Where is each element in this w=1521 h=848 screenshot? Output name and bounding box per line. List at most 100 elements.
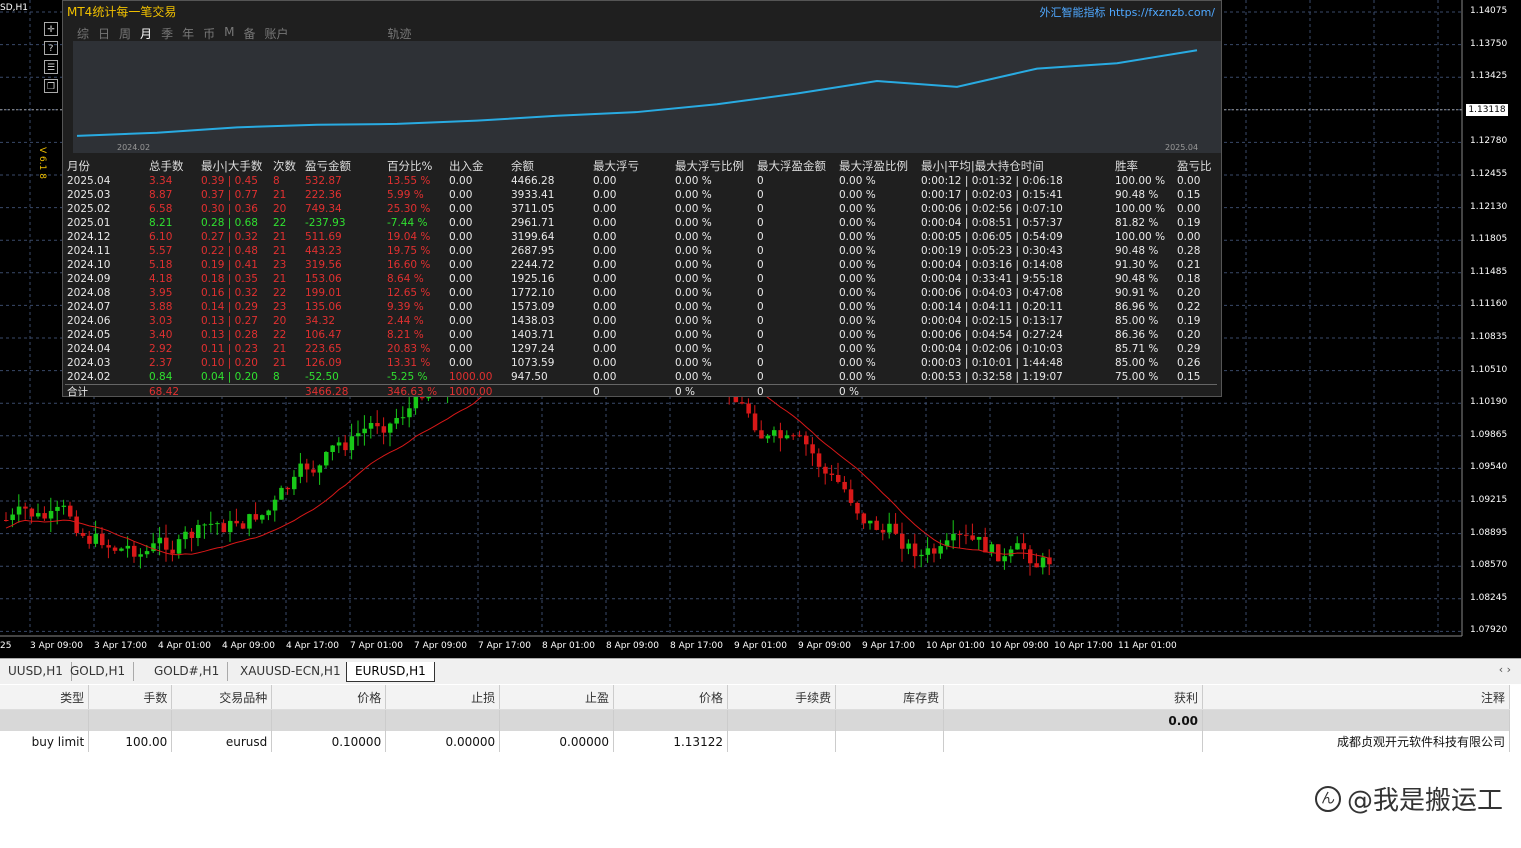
candle-body <box>202 524 207 526</box>
panel-brand[interactable]: 外汇智能指标 https://fxznzb.com/ <box>1039 4 1215 20</box>
price-tick-label: 1.11160 <box>1470 299 1508 310</box>
brand-name: 外汇智能指标 <box>1039 6 1106 19</box>
stats-cell: 0.00 <box>1177 231 1201 243</box>
stats-cell: 0.00 <box>593 315 617 327</box>
period-tab[interactable]: 币 <box>203 25 215 42</box>
price-tick-label: 1.07920 <box>1470 625 1508 636</box>
stats-cell: 34.32 <box>305 315 336 327</box>
stats-cell: 5.18 <box>149 259 173 271</box>
stats-cell: 85.00 % <box>1115 357 1159 369</box>
stats-cell: 0.22 | 0.48 <box>201 245 258 257</box>
stats-cell: 86.96 % <box>1115 301 1159 313</box>
stats-row: 2024.12 6.10 0.27 | 0.32 21 511.69 19.04 % 0.0… <box>65 230 1217 244</box>
candle-body <box>989 544 995 553</box>
period-tab[interactable]: 备 <box>243 25 255 42</box>
stats-row: 2025.03 8.87 0.37 | 0.77 21 222.36 5.99 % 0.00… <box>65 188 1217 202</box>
stats-cell: 5.99 % <box>387 189 424 201</box>
candle-body <box>93 533 99 544</box>
chart-symbol-label: SD,H1 <box>0 3 28 13</box>
chart-tab[interactable]: XAUUSD-ECN,H1 <box>232 662 350 681</box>
stats-cell: 0.84 <box>149 371 173 383</box>
stats-header: 最大浮亏 <box>593 159 639 173</box>
order-header[interactable]: 注释 <box>1202 685 1510 710</box>
summary-cell <box>613 709 728 731</box>
stats-cell: 12.65 % <box>387 287 431 299</box>
help-icon[interactable]: ? <box>44 41 58 55</box>
stats-cell: 2024.09 <box>67 273 111 285</box>
brand-url[interactable]: https://fxznzb.com/ <box>1109 6 1215 19</box>
stats-total-cell: 0 % <box>673 384 755 399</box>
track-tab[interactable]: 轨迹 <box>388 25 412 42</box>
stats-cell: 0 <box>757 217 764 229</box>
tab-scroll-arrows[interactable]: ‹ › <box>1499 663 1511 676</box>
list-icon[interactable]: ☰ <box>44 60 58 74</box>
time-tick-label: 25 <box>0 641 12 651</box>
chart-tab[interactable]: EURUSD,H1 <box>346 662 435 682</box>
period-tab[interactable]: 周 <box>119 25 131 42</box>
candle-body <box>932 548 937 554</box>
restore-icon[interactable]: ❐ <box>44 79 58 93</box>
period-tab[interactable]: 年 <box>182 25 194 42</box>
crosshair-icon[interactable]: ✛ <box>44 22 58 36</box>
stats-cell: 0.00 % <box>839 273 876 285</box>
order-cell: eurusd <box>171 731 273 752</box>
stats-cell: 0:00:04 | 0:33:41 | 9:55:18 <box>921 273 1063 285</box>
period-tab[interactable]: 综 <box>77 25 89 42</box>
order-header[interactable]: 止损 <box>385 685 501 710</box>
order-header[interactable]: 类型 <box>0 685 90 710</box>
stats-cell: 0.00 <box>449 357 473 369</box>
chart-tab[interactable]: GOLD#,H1 <box>146 662 229 681</box>
period-tab[interactable]: 月 <box>140 25 152 42</box>
stats-cell: 21 <box>273 231 287 243</box>
stats-cell: 100.00 % <box>1115 175 1166 187</box>
candle-body <box>106 545 111 548</box>
time-tick-label: 4 Apr 17:00 <box>286 641 339 651</box>
order-header[interactable]: 止盈 <box>499 685 615 710</box>
period-tab[interactable]: 账户 <box>264 25 288 42</box>
stats-cell: 0.00 % <box>839 217 876 229</box>
candle-body <box>80 533 86 536</box>
order-header[interactable]: 手续费 <box>727 685 837 710</box>
time-tick-label: 10 Apr 01:00 <box>926 641 985 651</box>
order-header[interactable]: 价格 <box>271 685 387 710</box>
stats-cell: 0.00 <box>449 175 473 187</box>
order-header[interactable]: 库存费 <box>835 685 945 710</box>
period-tab[interactable]: 日 <box>98 25 110 42</box>
order-cell: 成都贞观开元软件科技有限公司 <box>1202 731 1510 752</box>
stats-cell: 0:00:06 | 0:02:56 | 0:07:10 <box>921 203 1063 215</box>
candle-body <box>119 548 124 551</box>
period-tab[interactable]: M <box>224 25 234 42</box>
candle-body <box>1015 543 1020 550</box>
chart-tab[interactable]: GOLD,H1 <box>62 662 135 681</box>
candle-body <box>893 523 899 534</box>
orders-summary-row: 0.00 <box>0 709 1510 731</box>
order-header[interactable]: 获利 <box>943 685 1204 710</box>
order-header[interactable]: 价格 <box>613 685 728 710</box>
stats-cell: 0.26 <box>1177 357 1201 369</box>
order-cell: 0.00000 <box>385 731 501 752</box>
candle-body <box>234 520 239 524</box>
stats-cell: 2687.95 <box>511 245 555 257</box>
stats-cell: 443.23 <box>305 245 342 257</box>
stats-cell: 19.75 % <box>387 245 431 257</box>
period-tab[interactable]: 季 <box>161 25 173 42</box>
candle-body <box>285 487 291 490</box>
stats-cell: 0.18 | 0.35 <box>201 273 258 285</box>
stats-cell: 1925.16 <box>511 273 555 285</box>
stats-total-cell <box>199 384 271 399</box>
order-header[interactable]: 手数 <box>88 685 173 710</box>
price-chart[interactable]: SD,H1 1.14075 1.13750 1.13425 1.13118 1.1278… <box>0 0 1521 658</box>
stats-cell: 0 <box>757 189 764 201</box>
stats-cell: 0:00:04 | 0:02:06 | 0:10:03 <box>921 343 1063 355</box>
stats-cell: 3.88 <box>149 301 173 313</box>
candle-body <box>951 533 956 541</box>
stats-cell: 0.00 <box>449 329 473 341</box>
order-row[interactable]: buy limit 100.00 eurusd 0.10000 0.00000 0.000… <box>0 731 1510 752</box>
stats-cell: 0.00 <box>593 287 617 299</box>
order-header[interactable]: 交易品种 <box>171 685 273 710</box>
stats-cell: 0.00 <box>593 343 617 355</box>
candle-body <box>336 442 342 446</box>
candle-body <box>228 520 233 533</box>
candle-body <box>196 524 201 538</box>
candle-body <box>144 551 150 555</box>
